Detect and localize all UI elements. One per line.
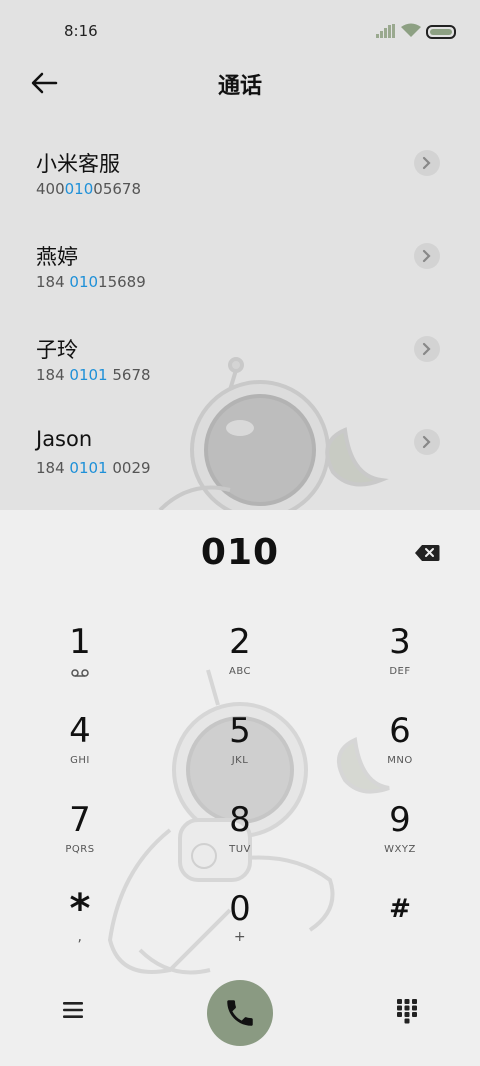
status-time: 8:16 [64,22,98,40]
key-letters: , [77,929,83,945]
chevron-right-icon[interactable] [414,243,440,269]
key-letters: JKL [231,755,249,766]
backspace-icon[interactable] [414,544,440,562]
key-letters: TUV [229,844,251,855]
battery-icon [426,25,456,39]
key-letters: MNO [387,755,413,766]
key-digit: 8 [229,800,251,840]
dial-key-2[interactable]: 2 ABC [180,622,300,702]
contact-number: 184 0101 0029 [36,459,151,477]
voicemail-icon [71,669,89,677]
key-digit: 2 [229,622,251,662]
menu-icon[interactable] [62,1000,84,1020]
contact-item[interactable]: 燕婷 184 01015689 [0,241,480,321]
dial-key-9[interactable]: 9 WXYZ [340,800,460,880]
key-letters: GHI [70,755,90,766]
dial-key-7[interactable]: 7 PQRS [20,800,140,880]
dial-key-8[interactable]: 8 TUV [180,800,300,880]
dial-key-0[interactable]: 0 + [180,889,300,969]
contact-name: 子玲 [36,338,78,362]
key-digit: 6 [389,711,411,751]
key-digit: 5 [229,711,251,751]
contact-name: 小米客服 [36,152,120,176]
key-letters: DEF [389,666,411,677]
page-title: 通话 [217,74,262,99]
wifi-icon [401,23,421,37]
chevron-right-icon[interactable] [414,150,440,176]
status-bar: 8:16 [0,0,480,62]
key-digit: # [389,894,411,924]
keypad-icon[interactable] [396,998,418,1024]
chevron-right-icon[interactable] [414,336,440,362]
contact-number: 184 01015689 [36,273,146,291]
contact-name: Jason [36,427,93,451]
contact-number: 40001005678 [36,180,141,198]
dial-key-1[interactable]: 1 [20,622,140,702]
key-digit: 3 [389,622,411,662]
key-letters: PQRS [65,844,95,855]
header: 通话 [0,62,480,104]
signal-icon [376,24,395,38]
key-digit: 7 [69,800,91,840]
contact-item[interactable]: Jason 184 0101 0029 [0,427,480,507]
dial-key-hash[interactable]: # [340,889,460,969]
call-button[interactable] [207,980,273,1046]
contact-item[interactable]: 子玲 184 0101 5678 [0,334,480,414]
key-digit: 0 [229,889,251,929]
dial-input[interactable]: 010 [0,532,480,573]
dial-key-4[interactable]: 4 GHI [20,711,140,791]
dialer-pad: 010 1 2 ABC 3 DEF 4 GHI 5 JKL 6 MNO 7 PQ… [0,510,480,1066]
contact-item[interactable]: 小米客服 40001005678 [0,148,480,228]
contact-name: 燕婷 [36,245,78,269]
contact-number: 184 0101 5678 [36,366,151,384]
phone-icon [227,1000,253,1026]
key-digit: 9 [389,800,411,840]
key-digit: * [69,886,91,932]
dial-key-star[interactable]: * , [20,889,140,969]
key-letters: + [233,929,247,945]
chevron-right-icon[interactable] [414,429,440,455]
contact-results-panel: 8:16 通话 小米客服 40001005678 燕婷 184 01015689… [0,0,480,510]
dial-key-3[interactable]: 3 DEF [340,622,460,702]
key-letters: ABC [228,666,251,677]
key-digit: 4 [69,711,91,751]
dial-key-5[interactable]: 5 JKL [180,711,300,791]
key-digit: 1 [69,622,91,662]
key-letters: WXYZ [384,844,416,855]
dial-key-6[interactable]: 6 MNO [340,711,460,791]
